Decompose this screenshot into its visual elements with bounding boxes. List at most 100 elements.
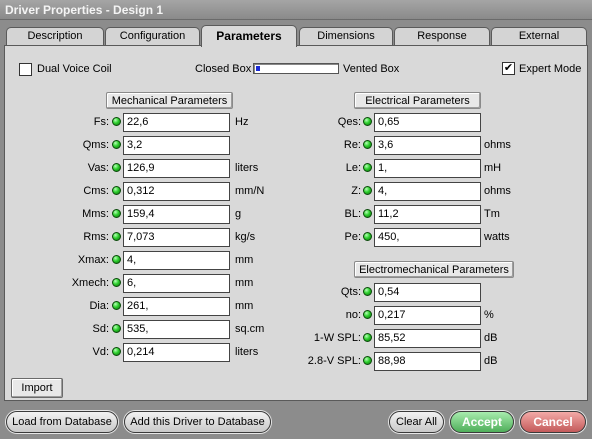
dual-voice-coil-checkbox[interactable] [19, 63, 32, 76]
dual-voice-coil-label: Dual Voice Coil [37, 63, 112, 75]
rms-unit: kg/s [235, 231, 256, 243]
z-input[interactable]: 4, [374, 182, 481, 201]
1-w-spl-unit: dB [484, 332, 498, 344]
xmech-status-led-icon [112, 278, 121, 287]
bl-unit: Tm [484, 208, 500, 220]
no-label: no: [345, 309, 361, 321]
re-label: Re: [343, 139, 361, 151]
rms-label: Rms: [83, 231, 109, 243]
2-8-v-spl-input[interactable]: 88,98 [374, 352, 481, 371]
qts-status-led-icon [363, 287, 372, 296]
tab-response[interactable]: Response [394, 27, 490, 46]
load-from-database-button[interactable]: Load from Database [6, 411, 118, 433]
vd-status-led-icon [112, 347, 121, 356]
xmech-input[interactable]: 6, [123, 274, 230, 293]
cms-unit: mm/N [235, 185, 265, 197]
fs-input[interactable]: 22,6 [123, 113, 230, 132]
expert-mode-checkbox[interactable]: ✔ [502, 62, 515, 75]
vd-unit: liters [235, 346, 259, 358]
tab-parameters[interactable]: Parameters [201, 25, 297, 47]
tab-external[interactable]: External [491, 27, 587, 46]
mms-label: Mms: [82, 208, 109, 220]
rms-status-led-icon [112, 232, 121, 241]
tab-dimensions[interactable]: Dimensions [299, 27, 393, 46]
vas-label: Vas: [87, 162, 109, 174]
expert-mode-label: Expert Mode [519, 63, 582, 75]
le-unit: mH [484, 162, 502, 174]
le-label: Le: [345, 162, 361, 174]
re-status-led-icon [363, 140, 372, 149]
2-8-v-spl-status-led-icon [363, 356, 372, 365]
mms-input[interactable]: 159,4 [123, 205, 230, 224]
electrical-parameters-header[interactable]: Electrical Parameters [354, 92, 481, 109]
pe-input[interactable]: 450, [374, 228, 481, 247]
dia-unit: mm [235, 300, 254, 312]
le-status-led-icon [363, 163, 372, 172]
parameters-panel: Dual Voice Coil Closed Box Vented Box ✔ … [4, 45, 588, 401]
qms-status-led-icon [112, 140, 121, 149]
qts-label: Qts: [340, 286, 361, 298]
xmax-status-led-icon [112, 255, 121, 264]
qts-input[interactable]: 0,54 [374, 283, 481, 302]
fs-label: Fs: [93, 116, 109, 128]
electromechanical-parameters-header[interactable]: Electromechanical Parameters [354, 261, 514, 278]
qes-label: Qes: [337, 116, 361, 128]
vd-input[interactable]: 0,214 [123, 343, 230, 362]
mms-unit: g [235, 208, 242, 220]
sd-label: Sd: [92, 323, 109, 335]
z-label: Z: [351, 185, 361, 197]
2-8-v-spl-unit: dB [484, 355, 498, 367]
bl-label: BL: [344, 208, 361, 220]
box-type-slider[interactable] [253, 63, 339, 74]
accept-button[interactable]: Accept [450, 411, 514, 433]
bl-input[interactable]: 11,2 [374, 205, 481, 224]
vas-status-led-icon [112, 163, 121, 172]
qes-status-led-icon [363, 117, 372, 126]
re-unit: ohms [484, 139, 511, 151]
qes-input[interactable]: 0,65 [374, 113, 481, 132]
import-button[interactable]: Import [11, 378, 63, 398]
cms-input[interactable]: 0,312 [123, 182, 230, 201]
qms-input[interactable]: 3,2 [123, 136, 230, 155]
dia-status-led-icon [112, 301, 121, 310]
box-type-slider-thumb[interactable] [256, 66, 260, 71]
1-w-spl-label: 1-W SPL: [313, 332, 361, 344]
closed-box-label: Closed Box [195, 63, 252, 75]
2-8-v-spl-label: 2.8-V SPL: [307, 355, 361, 367]
fs-unit: Hz [235, 116, 249, 128]
pe-unit: watts [484, 231, 510, 243]
tab-configuration[interactable]: Configuration [105, 27, 200, 46]
vas-input[interactable]: 126,9 [123, 159, 230, 178]
window-title: Driver Properties - Design 1 [0, 0, 592, 20]
tab-description[interactable]: Description [6, 27, 104, 46]
rms-input[interactable]: 7,073 [123, 228, 230, 247]
qms-label: Qms: [82, 139, 109, 151]
le-input[interactable]: 1, [374, 159, 481, 178]
1-w-spl-status-led-icon [363, 333, 372, 342]
bl-status-led-icon [363, 209, 372, 218]
re-input[interactable]: 3,6 [374, 136, 481, 155]
add-driver-to-database-button[interactable]: Add this Driver to Database [124, 411, 271, 433]
pe-label: Pe: [344, 231, 361, 243]
xmech-unit: mm [235, 277, 254, 289]
cancel-button[interactable]: Cancel [520, 411, 586, 433]
clear-all-button[interactable]: Clear All [389, 411, 444, 433]
cms-status-led-icon [112, 186, 121, 195]
no-status-led-icon [363, 310, 372, 319]
z-unit: ohms [484, 185, 511, 197]
z-status-led-icon [363, 186, 372, 195]
pe-status-led-icon [363, 232, 372, 241]
vd-label: Vd: [92, 346, 109, 358]
dia-input[interactable]: 261, [123, 297, 230, 316]
sd-status-led-icon [112, 324, 121, 333]
xmax-input[interactable]: 4, [123, 251, 230, 270]
cms-label: Cms: [83, 185, 109, 197]
xmax-unit: mm [235, 254, 254, 266]
1-w-spl-input[interactable]: 85,52 [374, 329, 481, 348]
no-input[interactable]: 0,217 [374, 306, 481, 325]
vented-box-label: Vented Box [343, 63, 400, 75]
no-unit: % [484, 309, 494, 321]
sd-input[interactable]: 535, [123, 320, 230, 339]
mechanical-parameters-header[interactable]: Mechanical Parameters [106, 92, 233, 109]
dia-label: Dia: [89, 300, 109, 312]
